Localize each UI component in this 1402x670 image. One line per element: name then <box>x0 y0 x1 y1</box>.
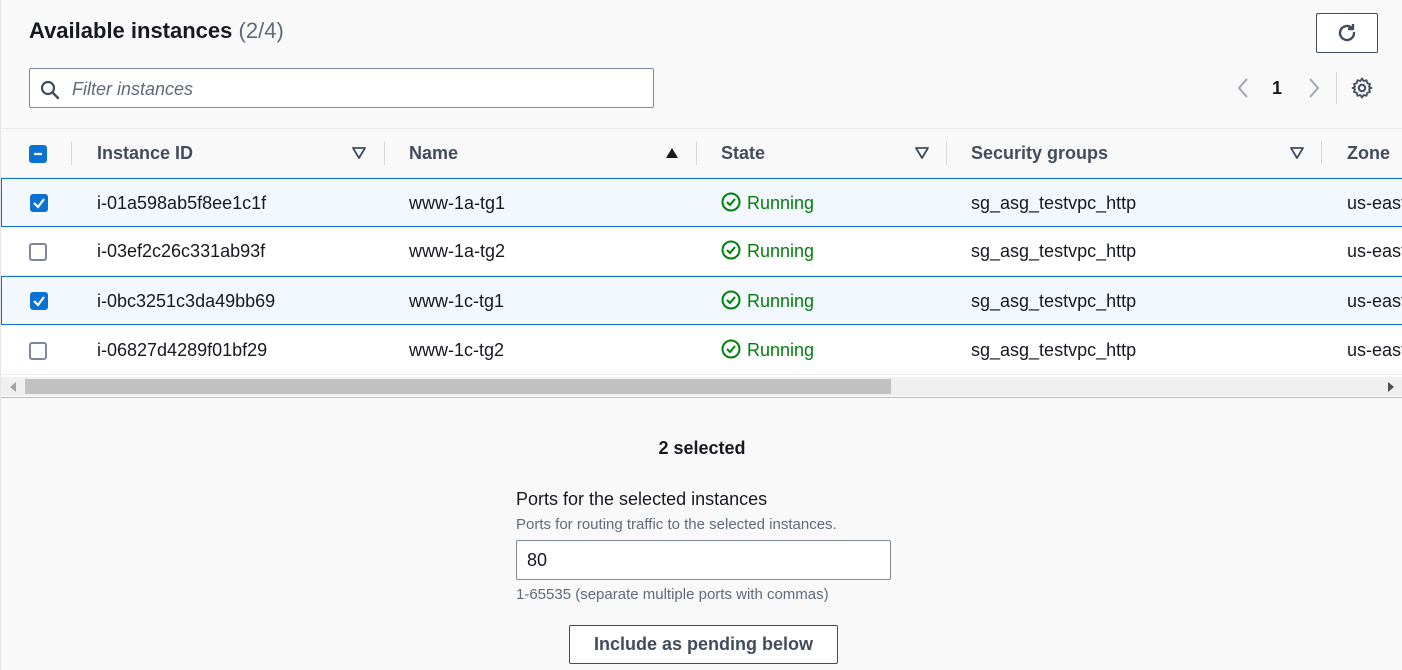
instance-state: Running <box>747 340 815 360</box>
security-group: sg_asg_testvpc_http <box>971 291 1137 311</box>
column-divider <box>946 141 947 165</box>
column-divider <box>1321 141 1322 165</box>
status-check-icon <box>721 339 741 359</box>
refresh-icon <box>1338 24 1356 42</box>
ports-description: Ports for routing traffic to the selecte… <box>516 516 837 533</box>
security-group: sg_asg_testvpc_http <box>971 340 1137 360</box>
zone: us-east <box>1347 241 1402 261</box>
table-row[interactable]: i-03ef2c26c331ab93f www-1a-tg2 Running s… <box>1 227 1402 276</box>
ports-input[interactable] <box>516 540 891 580</box>
scroll-left-arrow-icon[interactable] <box>10 382 16 392</box>
column-header-security-groups[interactable]: Security groups <box>971 143 1108 164</box>
column-divider <box>71 141 72 165</box>
sort-ascending-icon[interactable] <box>665 147 679 159</box>
instance-name: www-1a-tg2 <box>409 241 506 261</box>
ports-label: Ports for the selected instances <box>516 489 768 509</box>
search-input[interactable] <box>70 69 644 109</box>
ports-hint: 1-65535 (separate multiple ports with co… <box>516 586 829 603</box>
zone: us-east <box>1347 340 1402 360</box>
horizontal-scrollbar[interactable] <box>1 377 1402 396</box>
instance-id: i-06827d4289f01bf29 <box>97 340 268 360</box>
row-checkbox[interactable] <box>30 292 48 310</box>
pagination-divider <box>1336 72 1337 104</box>
sort-caret-down-icon[interactable] <box>915 147 929 159</box>
panel-title-text: Available instances <box>29 18 233 43</box>
table-row[interactable]: i-01a598ab5f8ee1c1f www-1a-tg1 Running s… <box>1 178 1402 227</box>
column-header-name[interactable]: Name <box>409 143 458 164</box>
security-group: sg_asg_testvpc_http <box>971 241 1137 261</box>
column-header-zone[interactable]: Zone <box>1347 143 1390 164</box>
row-checkbox[interactable] <box>30 194 48 212</box>
instances-table: Instance ID Name State Security groups Z… <box>1 128 1402 398</box>
security-group: sg_asg_testvpc_http <box>971 193 1137 213</box>
include-as-pending-button[interactable]: Include as pending below <box>569 625 838 664</box>
sort-caret-down-icon[interactable] <box>352 147 366 159</box>
instance-state: Running <box>747 193 815 213</box>
select-all-checkbox[interactable] <box>29 145 47 163</box>
table-header: Instance ID Name State Security groups Z… <box>1 128 1402 178</box>
checkmark-icon <box>33 198 45 209</box>
minus-icon <box>34 152 42 156</box>
sort-caret-down-icon[interactable] <box>1290 147 1304 159</box>
panel-title: Available instances (2/4) <box>29 18 284 44</box>
table-divider <box>1 397 1402 398</box>
instance-name: www-1c-tg2 <box>409 340 505 360</box>
filter-instances-search[interactable] <box>29 68 654 109</box>
search-icon <box>40 80 60 100</box>
status-check-icon <box>721 290 741 310</box>
row-checkbox[interactable] <box>29 243 47 261</box>
column-divider <box>384 141 385 165</box>
instance-name: www-1a-tg1 <box>409 193 506 213</box>
status-check-icon <box>721 240 741 260</box>
chevron-right-icon[interactable] <box>1303 76 1323 100</box>
gear-icon[interactable] <box>1350 76 1374 100</box>
row-checkbox[interactable] <box>29 342 47 360</box>
instance-id: i-03ef2c26c331ab93f <box>97 241 266 261</box>
instance-id: i-0bc3251c3da49bb69 <box>97 291 276 311</box>
scrollbar-thumb[interactable] <box>25 379 891 394</box>
instance-state: Running <box>747 291 815 311</box>
instance-id: i-01a598ab5f8ee1c1f <box>97 193 267 213</box>
refresh-button[interactable] <box>1316 13 1378 53</box>
scroll-right-arrow-icon[interactable] <box>1388 382 1394 392</box>
status-check-icon <box>721 192 741 212</box>
table-row[interactable]: i-0bc3251c3da49bb69 www-1c-tg1 Running s… <box>1 276 1402 325</box>
instance-count: (2/4) <box>238 18 284 43</box>
current-page-number[interactable]: 1 <box>1267 78 1287 99</box>
available-instances-panel: Available instances (2/4) 1 Instance <box>0 0 1402 670</box>
zone: us-east <box>1347 291 1402 311</box>
instance-state: Running <box>747 241 815 261</box>
zone: us-east <box>1347 193 1402 213</box>
table-row[interactable]: i-06827d4289f01bf29 www-1c-tg2 Running s… <box>1 326 1402 375</box>
chevron-left-icon[interactable] <box>1234 76 1254 100</box>
checkmark-icon <box>33 296 45 307</box>
column-divider <box>696 141 697 165</box>
column-header-instance-id[interactable]: Instance ID <box>97 143 193 164</box>
selected-count: 2 selected <box>658 438 746 458</box>
column-header-state[interactable]: State <box>721 143 765 164</box>
instance-name: www-1c-tg1 <box>409 291 505 311</box>
